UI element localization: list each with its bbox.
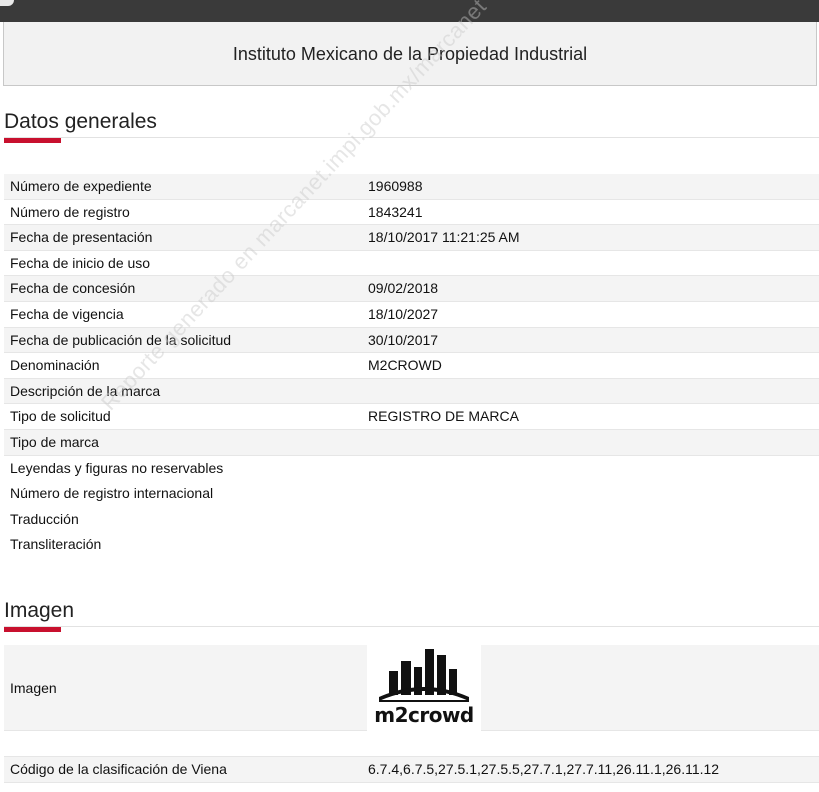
image-label: Imagen bbox=[10, 680, 57, 696]
table-row: Traducción bbox=[4, 507, 819, 533]
row-label: Número de registro bbox=[10, 203, 130, 220]
section-divider bbox=[4, 626, 819, 627]
table-row: Fecha de vigencia 18/10/2027 bbox=[4, 302, 819, 328]
table-row: Leyendas y figuras no reservables bbox=[4, 456, 819, 482]
row-label: Fecha de publicación de la solicitud bbox=[10, 331, 232, 348]
table-row: Denominación M2CROWD bbox=[4, 353, 819, 379]
table-row: Número de registro 1843241 bbox=[4, 200, 819, 226]
section-title-general: Datos generales bbox=[4, 110, 157, 133]
institution-title: Instituto Mexicano de la Propiedad Indus… bbox=[232, 44, 588, 64]
table-row: Transliteración bbox=[4, 532, 819, 558]
table-row: Fecha de concesión 09/02/2018 bbox=[4, 276, 819, 302]
row-value: 30/10/2017 bbox=[368, 331, 439, 348]
row-value: 18/10/2017 11:21:25 AM bbox=[368, 229, 520, 246]
general-data-table: Número de expediente 1960988 Número de reg… bbox=[4, 174, 819, 558]
row-value: 18/10/2027 bbox=[368, 305, 439, 322]
table-row: Número de registro internacional bbox=[4, 481, 819, 507]
row-label: Tipo de marca bbox=[10, 433, 99, 450]
table-row: Tipo de solicitud REGISTRO DE MARCA bbox=[4, 404, 819, 430]
row-value: M2CROWD bbox=[368, 357, 442, 374]
section-accent-bar bbox=[4, 138, 61, 143]
section-divider bbox=[4, 137, 819, 138]
section-accent-bar bbox=[4, 627, 61, 632]
row-label: Transliteración bbox=[10, 536, 102, 553]
city-skyline-icon bbox=[379, 649, 469, 702]
brand-wordmark: m2crowd bbox=[374, 703, 474, 727]
brand-logo-image: m2crowd bbox=[367, 645, 481, 731]
row-label: Denominación bbox=[10, 357, 100, 374]
row-label: Fecha de inicio de uso bbox=[10, 254, 151, 271]
top-bar bbox=[0, 0, 819, 22]
row-label: Número de registro internacional bbox=[10, 485, 214, 502]
table-row: Fecha de publicación de la solicitud 30/1… bbox=[4, 327, 819, 354]
table-row: Número de expediente 1960988 bbox=[4, 174, 819, 200]
institution-banner: Instituto Mexicano de la Propiedad Indus… bbox=[3, 22, 817, 86]
table-row: Descripción de la marca bbox=[4, 378, 819, 405]
section-title-image: Imagen bbox=[4, 599, 75, 622]
spacer-row bbox=[4, 731, 819, 757]
row-label: Fecha de concesión bbox=[10, 280, 136, 297]
row-value: 1960988 bbox=[368, 178, 423, 194]
row-label: Fecha de vigencia bbox=[10, 305, 124, 322]
row-label: Número de expediente bbox=[10, 178, 152, 194]
top-bar-corner bbox=[0, 0, 14, 6]
image-row: Imagen m2crowd bbox=[4, 645, 819, 731]
row-label: Leyendas y figuras no reservables bbox=[10, 459, 224, 476]
table-row: Fecha de inicio de uso bbox=[4, 251, 819, 277]
table-row: Fecha de presentación 18/10/2017 11:21:25… bbox=[4, 225, 819, 251]
row-label: Descripción de la marca bbox=[10, 382, 161, 399]
row-label: Fecha de presentación bbox=[10, 229, 153, 246]
viena-label: Código de la clasificación de Viena bbox=[10, 761, 227, 777]
row-value: REGISTRO DE MARCA bbox=[368, 408, 519, 425]
viena-classification-row: Código de la clasificación de Viena 6.7.… bbox=[4, 757, 819, 783]
row-value: 09/02/2018 bbox=[368, 280, 439, 297]
image-data-table: Imagen m2crowd Código de la clasificació… bbox=[4, 645, 819, 783]
row-value: 1843241 bbox=[368, 203, 423, 220]
row-label: Tipo de solicitud bbox=[10, 408, 111, 425]
viena-value: 6.7.4,6.7.5,27.5.1,27.5.5,27.7.1,27.7.11… bbox=[368, 761, 720, 777]
table-row: Tipo de marca bbox=[4, 429, 819, 456]
row-label: Traducción bbox=[10, 510, 79, 527]
